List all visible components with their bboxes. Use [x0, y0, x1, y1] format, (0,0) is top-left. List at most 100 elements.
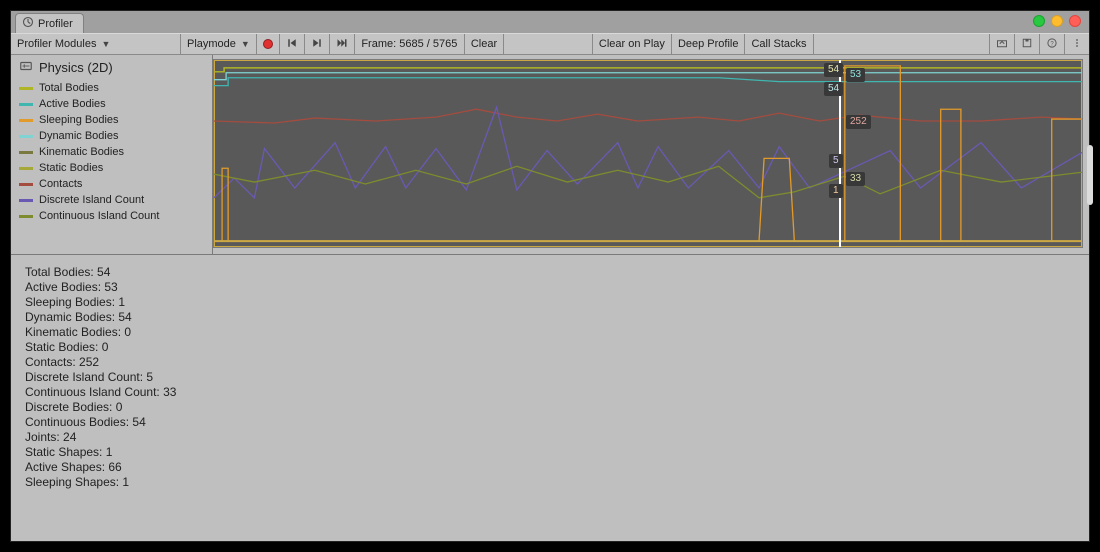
badge-total: 54 [824, 63, 843, 77]
legend-item[interactable]: Static Bodies [19, 160, 204, 176]
traffic-red[interactable] [1069, 15, 1081, 27]
module-title: Physics (2D) [39, 60, 113, 75]
traffic-green[interactable] [1033, 15, 1045, 27]
detail-row: Discrete Island Count: 5 [25, 370, 1075, 385]
record-button[interactable] [257, 34, 280, 54]
detail-row: Active Shapes: 66 [25, 460, 1075, 475]
detail-row: Sleeping Shapes: 1 [25, 475, 1075, 490]
clear-on-play-label: Clear on Play [599, 38, 665, 50]
legend-item[interactable]: Sleeping Bodies [19, 112, 204, 128]
save-button[interactable] [1015, 34, 1040, 54]
clear-label: Clear [471, 38, 497, 50]
legend-swatch [19, 87, 33, 90]
load-icon [996, 37, 1008, 52]
scrollbar-thumb[interactable] [1087, 145, 1093, 205]
badge-dynamic: 54 [824, 82, 843, 96]
module-header[interactable]: Physics (2D) [19, 59, 204, 76]
upper-pane: Physics (2D) Total Bodies Active Bodies Sl… [11, 55, 1089, 255]
call-stacks-label: Call Stacks [751, 38, 806, 50]
skip-end-icon [336, 37, 348, 52]
detail-row: Contacts: 252 [25, 355, 1075, 370]
window-controls [1033, 15, 1081, 27]
legend-swatch [19, 215, 33, 218]
profiler-window: Profiler Profiler Modules ▼ Playmode ▼ [10, 10, 1090, 542]
chevron-down-icon: ▼ [101, 39, 110, 49]
traffic-yellow[interactable] [1051, 15, 1063, 27]
current-frame-button[interactable] [330, 34, 355, 54]
detail-row: Static Shapes: 1 [25, 445, 1075, 460]
context-menu-button[interactable] [1065, 34, 1089, 54]
call-stacks-button[interactable]: Call Stacks [745, 34, 813, 54]
legend-label: Sleeping Bodies [39, 114, 119, 126]
badge-active: 53 [846, 68, 865, 82]
module-icon [19, 59, 33, 76]
detail-row: Static Bodies: 0 [25, 340, 1075, 355]
legend-swatch [19, 199, 33, 202]
profiler-modules-label: Profiler Modules [17, 38, 96, 50]
legend-label: Kinematic Bodies [39, 146, 124, 158]
prev-frame-button[interactable] [305, 34, 330, 54]
legend-item[interactable]: Active Bodies [19, 96, 204, 112]
badge-contacts: 252 [846, 115, 871, 129]
help-icon: ? [1046, 37, 1058, 52]
kebab-icon [1071, 37, 1083, 52]
toolbar: Profiler Modules ▼ Playmode ▼ Frame: 568… [11, 33, 1089, 55]
legend-label: Total Bodies [39, 82, 99, 94]
legend-swatch [19, 151, 33, 154]
profiler-icon [22, 16, 34, 31]
frame-text: Frame: 5685 / 5765 [361, 38, 457, 50]
detail-row: Kinematic Bodies: 0 [25, 325, 1075, 340]
legend-item[interactable]: Total Bodies [19, 80, 204, 96]
badge-discrete: 5 [829, 154, 843, 168]
save-icon [1021, 37, 1033, 52]
legend-label: Continuous Island Count [39, 210, 159, 222]
clear-button[interactable]: Clear [465, 34, 504, 54]
legend-swatch [19, 167, 33, 170]
record-icon [263, 39, 273, 49]
first-frame-button[interactable] [280, 34, 305, 54]
badge-sleep: 1 [829, 184, 843, 198]
profiler-modules-dropdown[interactable]: Profiler Modules ▼ [11, 34, 181, 54]
legend-label: Discrete Island Count [39, 194, 144, 206]
legend-swatch [19, 119, 33, 122]
toolbar-spacer-2 [814, 34, 990, 54]
skip-start-icon [286, 37, 298, 52]
legend-item[interactable]: Continuous Island Count [19, 208, 204, 224]
tab-label: Profiler [38, 18, 73, 30]
legend-pane: Physics (2D) Total Bodies Active Bodies Sl… [11, 55, 213, 254]
playmode-dropdown[interactable]: Playmode ▼ [181, 34, 257, 54]
toolbar-spacer [504, 34, 593, 54]
chart[interactable]: 54 53 54 252 5 33 1 [213, 59, 1083, 248]
badge-cont: 33 [846, 172, 865, 186]
help-button[interactable]: ? [1040, 34, 1065, 54]
legend-swatch [19, 183, 33, 186]
tab-profiler[interactable]: Profiler [15, 13, 84, 33]
legend-item[interactable]: Contacts [19, 176, 204, 192]
chevron-down-icon: ▼ [241, 39, 250, 49]
step-forward-icon [311, 37, 323, 52]
detail-row: Joints: 24 [25, 430, 1075, 445]
detail-row: Continuous Bodies: 54 [25, 415, 1075, 430]
deep-profile-button[interactable]: Deep Profile [672, 34, 746, 54]
deep-profile-label: Deep Profile [678, 38, 739, 50]
tab-strip: Profiler [11, 11, 1089, 33]
legend-label: Dynamic Bodies [39, 130, 118, 142]
chart-pane: 54 53 54 252 5 33 1 [213, 55, 1089, 254]
detail-row: Active Bodies: 53 [25, 280, 1075, 295]
detail-row: Dynamic Bodies: 54 [25, 310, 1075, 325]
playmode-label: Playmode [187, 38, 236, 50]
clear-on-play-button[interactable]: Clear on Play [593, 34, 672, 54]
frame-indicator: Frame: 5685 / 5765 [355, 34, 465, 54]
legend-label: Contacts [39, 178, 82, 190]
detail-row: Continuous Island Count: 33 [25, 385, 1075, 400]
legend-item[interactable]: Dynamic Bodies [19, 128, 204, 144]
legend-label: Static Bodies [39, 162, 103, 174]
legend-item[interactable]: Discrete Island Count [19, 192, 204, 208]
details-pane: Total Bodies: 54Active Bodies: 53 Sleepin… [11, 255, 1089, 541]
load-button[interactable] [990, 34, 1015, 54]
legend-label: Active Bodies [39, 98, 106, 110]
legend-swatch [19, 103, 33, 106]
legend-item[interactable]: Kinematic Bodies [19, 144, 204, 160]
detail-row: Total Bodies: 54 [25, 265, 1075, 280]
legend-swatch [19, 135, 33, 138]
